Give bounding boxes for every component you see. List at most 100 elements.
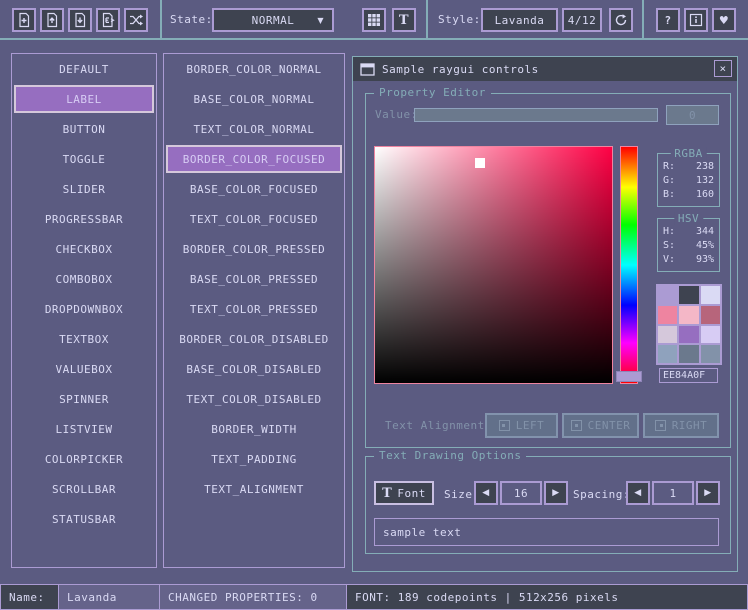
list-item-border_color_pressed[interactable]: BORDER_COLOR_PRESSED [164,234,344,264]
list-item-text_color_normal[interactable]: TEXT_COLOR_NORMAL [164,114,344,144]
size-increase-button[interactable]: ▶ [544,481,568,505]
palette-swatch[interactable] [679,326,698,344]
hue-slider-handle[interactable] [616,371,642,382]
font-button[interactable]: T Font [374,481,434,505]
list-item-dropdownbox[interactable]: DROPDOWNBOX [12,294,156,324]
sample-text-input[interactable]: sample text [374,518,719,546]
list-item-text_color_pressed[interactable]: TEXT_COLOR_PRESSED [164,294,344,324]
palette-swatch[interactable] [658,326,677,344]
help-button[interactable]: ? [656,8,680,32]
list-item-spinner[interactable]: SPINNER [12,384,156,414]
list-item-toggle[interactable]: TOGGLE [12,144,156,174]
style-counter-box: 4/12 [562,8,602,32]
list-item-text_alignment[interactable]: TEXT_ALIGNMENT [164,474,344,504]
palette-swatch[interactable] [701,345,720,363]
hue-bar[interactable] [620,146,638,384]
palette-swatch[interactable] [701,326,720,344]
window-titlebar[interactable]: Sample raygui controls × [353,57,737,81]
list-item-textbox[interactable]: TEXTBOX [12,324,156,354]
state-dropdown[interactable]: NORMAL ▼ [212,8,334,32]
list-item-base_color_pressed[interactable]: BASE_COLOR_PRESSED [164,264,344,294]
close-button[interactable]: × [714,60,732,77]
state-value: NORMAL [252,14,295,27]
color-picker-cursor[interactable] [475,158,485,168]
style-name-cell[interactable]: Lavanda [58,584,160,610]
list-item-statusbar[interactable]: STATUSBAR [12,504,156,534]
spacing-value: 1 [669,487,676,500]
list-item-label[interactable]: LABEL [14,85,154,113]
value-spinner[interactable]: 0 [666,105,719,125]
open-file-icon [44,12,60,28]
list-item-valuebox[interactable]: VALUEBOX [12,354,156,384]
list-item-progressbar[interactable]: PROGRESSBAR [12,204,156,234]
hex-color-input[interactable]: EE84A0F [659,368,718,383]
value-slider[interactable] [414,108,658,122]
list-item-border_color_focused[interactable]: BORDER_COLOR_FOCUSED [166,145,342,173]
align-center-button[interactable]: CENTER [562,413,639,438]
size-decrease-button[interactable]: ◀ [474,481,498,505]
spacing-decrease-button[interactable]: ◀ [626,481,650,505]
font-info-cell: FONT: 189 codepoints | 512x256 pixels [346,584,748,610]
random-style-button[interactable] [124,8,148,32]
about-button[interactable] [684,8,708,32]
list-item-colorpicker[interactable]: COLORPICKER [12,444,156,474]
spacing-increase-button[interactable]: ▶ [696,481,720,505]
spacing-value-box[interactable]: 1 [652,481,694,505]
list-item-slider[interactable]: SLIDER [12,174,156,204]
controls-listview: DEFAULTLABELBUTTONTOGGLESLIDERPROGRESSBA… [11,53,157,568]
palette-swatch[interactable] [701,286,720,304]
toolbar-separator [642,0,644,38]
save-file-icon [72,12,88,28]
b-value: 160 [696,188,714,202]
window-icon [360,63,375,76]
font-info-text: FONT: 189 codepoints | 512x256 pixels [355,591,619,604]
palette-swatch[interactable] [658,345,677,363]
align-left-button[interactable]: LEFT [485,413,558,438]
list-item-base_color_disabled[interactable]: BASE_COLOR_DISABLED [164,354,344,384]
list-item-button[interactable]: BUTTON [12,114,156,144]
list-item-checkbox[interactable]: CHECKBOX [12,234,156,264]
size-value-box[interactable]: 16 [500,481,542,505]
font-mode-button[interactable]: T [392,8,416,32]
align-right-icon [655,420,666,431]
palette-swatch[interactable] [658,306,677,324]
palette-swatch[interactable] [701,306,720,324]
new-style-button[interactable] [12,8,36,32]
style-counter-value: 4/12 [568,14,597,27]
value-label: Value: [375,108,418,121]
palette-swatch[interactable] [679,345,698,363]
list-item-text_padding[interactable]: TEXT_PADDING [164,444,344,474]
list-item-combobox[interactable]: COMBOBOX [12,264,156,294]
list-item-border_width[interactable]: BORDER_WIDTH [164,414,344,444]
palette-swatch[interactable] [679,306,698,324]
list-item-border_color_normal[interactable]: BORDER_COLOR_NORMAL [164,54,344,84]
palette-swatch[interactable] [658,286,677,304]
list-item-text_color_disabled[interactable]: TEXT_COLOR_DISABLED [164,384,344,414]
sponsor-button[interactable]: ♥ [712,8,736,32]
list-item-base_color_focused[interactable]: BASE_COLOR_FOCUSED [164,174,344,204]
save-style-button[interactable] [68,8,92,32]
toolbar: State: NORMAL ▼ T Style: Lavanda 4/12 [0,0,748,40]
list-item-default[interactable]: DEFAULT [12,54,156,84]
style-name-status: Lavanda [67,591,117,604]
name-label: Name: [9,591,45,604]
list-item-border_color_disabled[interactable]: BORDER_COLOR_DISABLED [164,324,344,354]
export-style-button[interactable] [96,8,120,32]
palette-swatch[interactable] [679,286,698,304]
align-right-button[interactable]: RIGHT [643,413,719,438]
style-name-box[interactable]: Lavanda [481,8,558,32]
align-left-label: LEFT [516,419,545,432]
sample-controls-window: Sample raygui controls × Property Editor… [352,56,738,572]
color-picker-panel[interactable] [374,146,613,384]
list-item-base_color_normal[interactable]: BASE_COLOR_NORMAL [164,84,344,114]
reload-style-button[interactable] [609,8,633,32]
list-item-listview[interactable]: LISTVIEW [12,414,156,444]
style-name-value: Lavanda [495,14,545,27]
grid-view-button[interactable] [362,8,386,32]
load-style-button[interactable] [40,8,64,32]
size-value: 16 [514,487,528,500]
sponsor-heart-icon: ♥ [719,14,729,27]
list-item-scrollbar[interactable]: SCROLLBAR [12,474,156,504]
g-label: G: [663,174,675,188]
list-item-text_color_focused[interactable]: TEXT_COLOR_FOCUSED [164,204,344,234]
